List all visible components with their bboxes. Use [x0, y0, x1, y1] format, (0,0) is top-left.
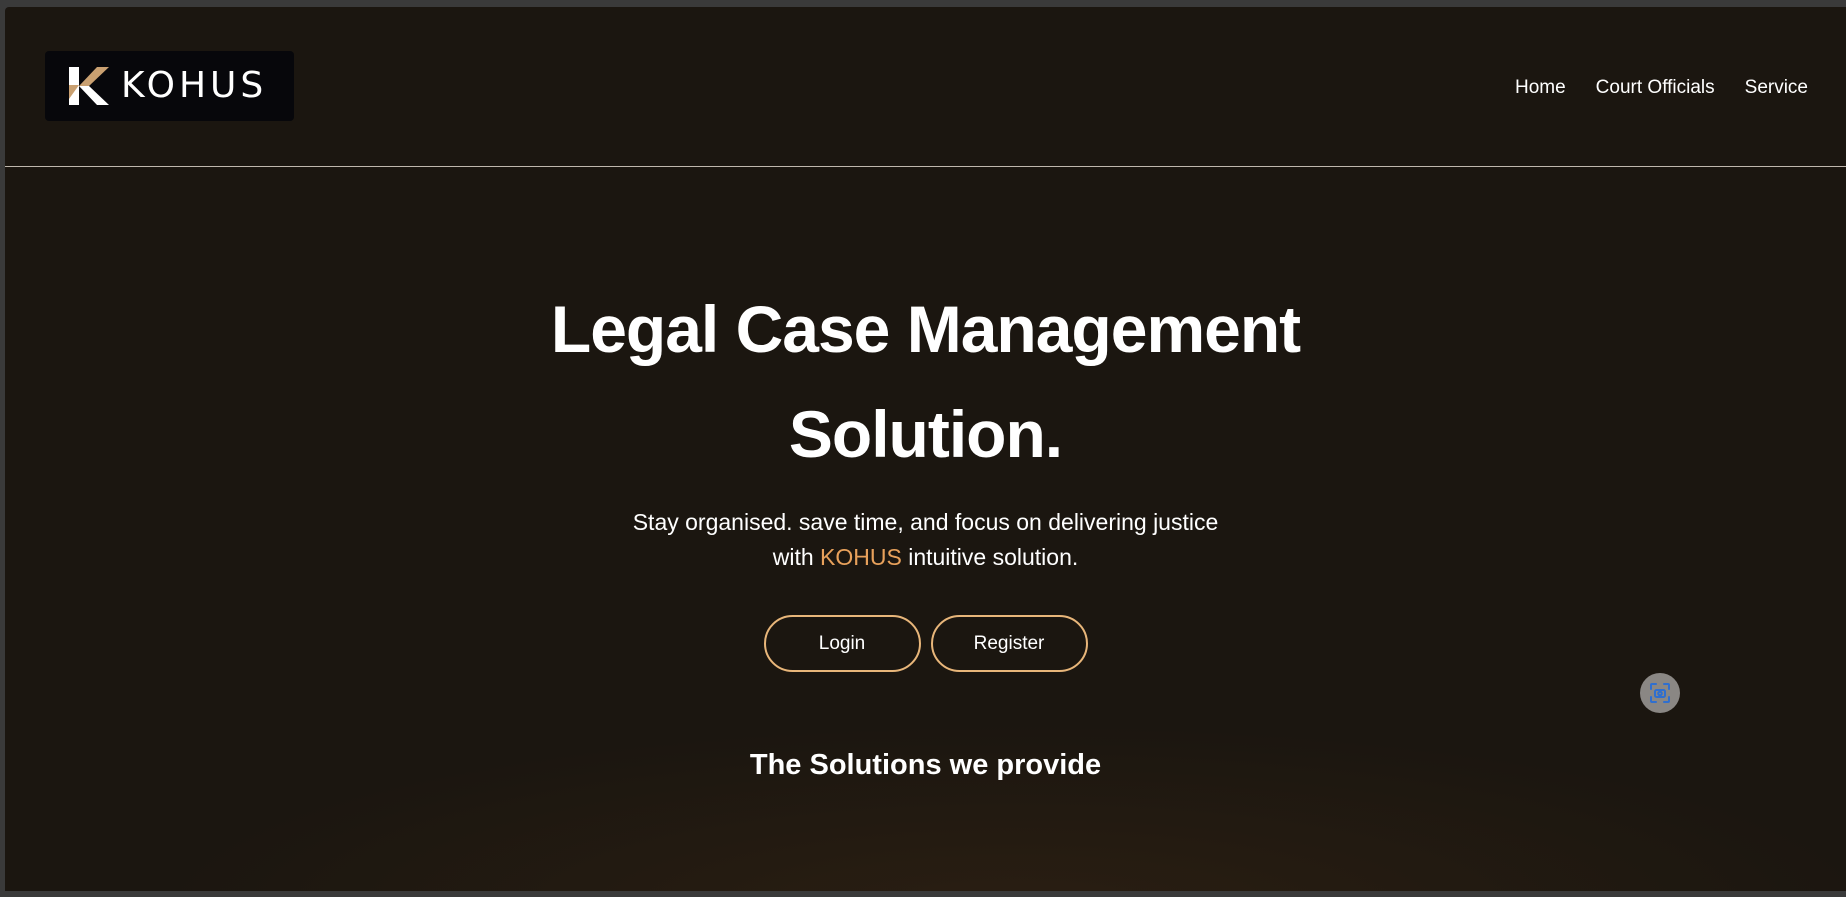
register-button[interactable]: Register: [930, 615, 1088, 672]
screen-capture-icon: [1650, 683, 1670, 703]
solutions-heading: The Solutions we provide: [749, 749, 1102, 781]
logo-text: KOHUS: [121, 65, 268, 106]
hero-subtitle-suffix: intuitive solution.: [901, 544, 1079, 570]
site-header: KOHUS Home Court Officials Service: [5, 7, 1846, 167]
hero-subtitle-prefix: with: [772, 544, 821, 570]
hero-brand-highlight: KOHUS: [820, 544, 902, 570]
hero-buttons: Login Register: [5, 615, 1846, 672]
logo[interactable]: KOHUS: [45, 51, 294, 121]
page: KOHUS Home Court Officials Service Legal…: [5, 7, 1846, 891]
nav-court-officials[interactable]: Court Officials: [1596, 77, 1715, 99]
hero-subtitle-line1: Stay organised. save time, and focus on …: [632, 509, 1219, 535]
main-nav: Home Court Officials Service: [1515, 77, 1808, 99]
login-button[interactable]: Login: [763, 615, 921, 672]
hero-title: Legal Case Management Solution.: [550, 292, 1301, 471]
hero-subtitle: Stay organised. save time, and focus on …: [606, 505, 1246, 575]
screen-capture-button[interactable]: [1640, 673, 1680, 713]
hero-section: Legal Case Management Solution. Stay org…: [5, 277, 1846, 806]
nav-service[interactable]: Service: [1745, 77, 1808, 99]
kohus-logo-mark-icon: [69, 67, 109, 105]
nav-home[interactable]: Home: [1515, 77, 1566, 99]
